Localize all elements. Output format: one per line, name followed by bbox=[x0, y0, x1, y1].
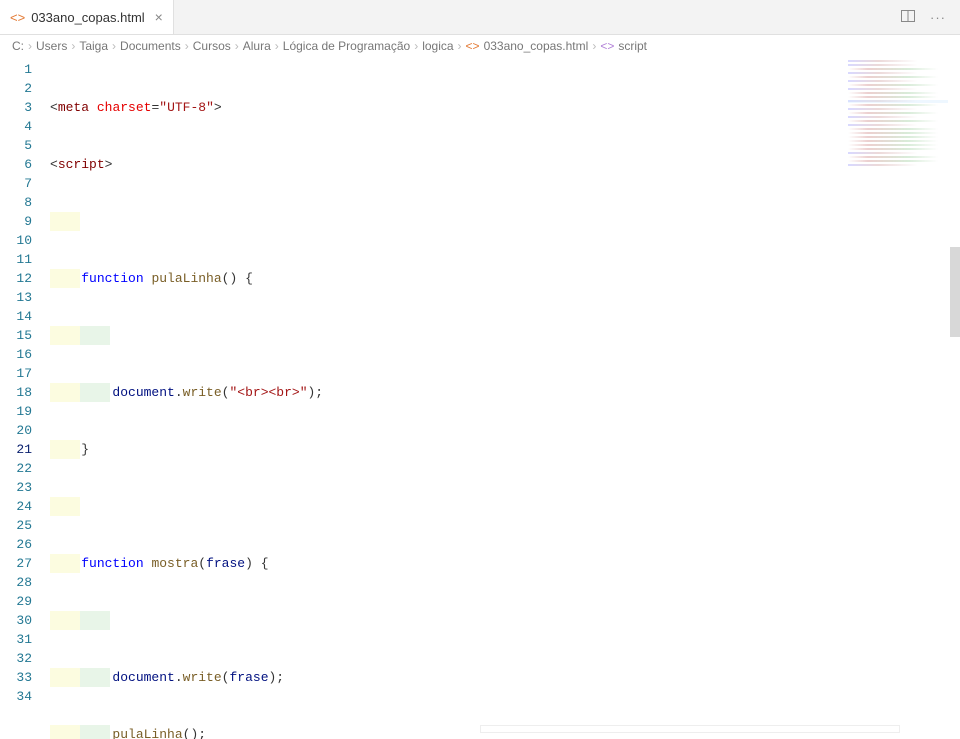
line-number: 15 bbox=[0, 326, 32, 345]
scrollbar-thumb[interactable] bbox=[950, 247, 960, 337]
chevron-right-icon: › bbox=[71, 39, 75, 53]
line-number: 17 bbox=[0, 364, 32, 383]
chevron-right-icon: › bbox=[592, 39, 596, 53]
line-number: 2 bbox=[0, 79, 32, 98]
line-number: 28 bbox=[0, 573, 32, 592]
line-number: 30 bbox=[0, 611, 32, 630]
chevron-right-icon: › bbox=[28, 39, 32, 53]
line-number: 21 bbox=[0, 440, 32, 459]
script-symbol-icon: <> bbox=[600, 39, 614, 53]
line-number-gutter: 1234567891011121314151617181920212223242… bbox=[0, 57, 50, 739]
tab-actions: ··· bbox=[900, 0, 960, 34]
breadcrumb-item[interactable]: Users bbox=[36, 39, 67, 53]
breadcrumb-item[interactable]: logica bbox=[422, 39, 453, 53]
line-number: 33 bbox=[0, 668, 32, 687]
line-number: 16 bbox=[0, 345, 32, 364]
editor[interactable]: 1234567891011121314151617181920212223242… bbox=[0, 57, 960, 739]
line-number: 13 bbox=[0, 288, 32, 307]
line-number: 18 bbox=[0, 383, 32, 402]
vertical-scrollbar[interactable] bbox=[950, 57, 960, 739]
tab-title: 033ano_copas.html bbox=[31, 10, 144, 25]
line-number: 24 bbox=[0, 497, 32, 516]
line-number: 5 bbox=[0, 136, 32, 155]
breadcrumb-item[interactable]: Documents bbox=[120, 39, 181, 53]
line-number: 6 bbox=[0, 155, 32, 174]
line-number: 29 bbox=[0, 592, 32, 611]
breadcrumb-item[interactable]: Taiga bbox=[79, 39, 108, 53]
line-number: 20 bbox=[0, 421, 32, 440]
chevron-right-icon: › bbox=[185, 39, 189, 53]
breadcrumb-item[interactable]: C: bbox=[12, 39, 24, 53]
line-number: 19 bbox=[0, 402, 32, 421]
breadcrumb-item[interactable]: Cursos bbox=[193, 39, 231, 53]
line-number: 9 bbox=[0, 212, 32, 231]
tab-bar: <> 033ano_copas.html × ··· bbox=[0, 0, 960, 35]
breadcrumb-item[interactable]: script bbox=[618, 39, 647, 53]
line-number: 4 bbox=[0, 117, 32, 136]
chevron-right-icon: › bbox=[458, 39, 462, 53]
line-number: 25 bbox=[0, 516, 32, 535]
line-number: 22 bbox=[0, 459, 32, 478]
line-number: 27 bbox=[0, 554, 32, 573]
line-number: 3 bbox=[0, 98, 32, 117]
breadcrumb-item[interactable]: Lógica de Programação bbox=[283, 39, 410, 53]
line-number: 26 bbox=[0, 535, 32, 554]
breadcrumb-item[interactable]: Alura bbox=[243, 39, 271, 53]
chevron-right-icon: › bbox=[414, 39, 418, 53]
split-editor-icon[interactable] bbox=[900, 8, 916, 27]
html-file-icon: <> bbox=[10, 10, 25, 25]
chevron-right-icon: › bbox=[235, 39, 239, 53]
chevron-right-icon: › bbox=[112, 39, 116, 53]
line-number: 12 bbox=[0, 269, 32, 288]
chevron-right-icon: › bbox=[275, 39, 279, 53]
editor-tab[interactable]: <> 033ano_copas.html × bbox=[0, 0, 174, 34]
line-number: 11 bbox=[0, 250, 32, 269]
line-number: 32 bbox=[0, 649, 32, 668]
line-number: 8 bbox=[0, 193, 32, 212]
line-number: 7 bbox=[0, 174, 32, 193]
close-tab-icon[interactable]: × bbox=[155, 9, 163, 25]
line-number: 14 bbox=[0, 307, 32, 326]
breadcrumb[interactable]: C: › Users › Taiga › Documents › Cursos › Alu… bbox=[0, 35, 960, 57]
line-number: 23 bbox=[0, 478, 32, 497]
code-area[interactable]: <meta charset="UTF-8"> <script> function… bbox=[50, 57, 960, 739]
horizontal-scrollbar[interactable] bbox=[480, 725, 900, 733]
more-actions-icon[interactable]: ··· bbox=[930, 10, 946, 25]
line-number: 10 bbox=[0, 231, 32, 250]
html-file-icon: <> bbox=[466, 39, 480, 53]
line-number: 31 bbox=[0, 630, 32, 649]
breadcrumb-item[interactable]: 033ano_copas.html bbox=[484, 39, 589, 53]
line-number: 1 bbox=[0, 60, 32, 79]
line-number: 34 bbox=[0, 687, 32, 706]
